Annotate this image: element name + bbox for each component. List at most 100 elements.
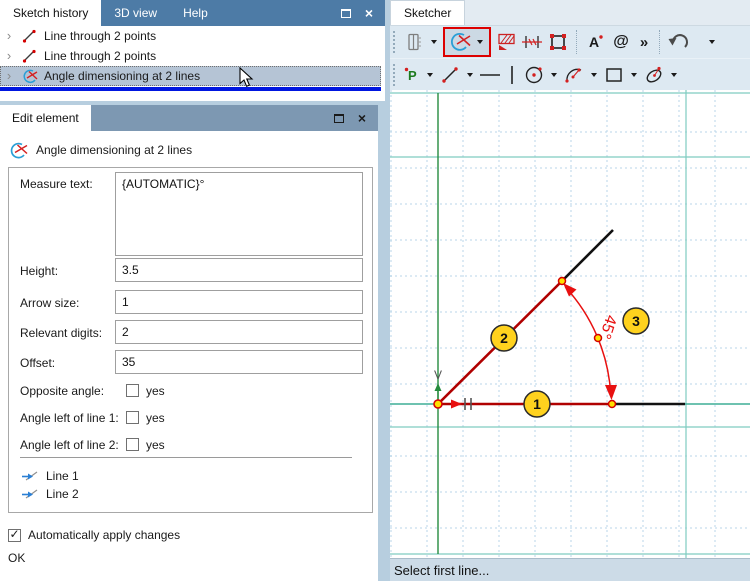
distance-dimension-icon[interactable] xyxy=(519,29,545,55)
vertical-line-icon[interactable] xyxy=(503,62,521,88)
element-type-label: Angle dimensioning at 2 lines xyxy=(36,143,193,157)
angle-left-line1-label: Angle left of line 1: xyxy=(20,411,119,425)
svg-text:A: A xyxy=(589,34,599,50)
close-icon[interactable]: × xyxy=(365,6,373,20)
line-1-endpoint[interactable] xyxy=(607,399,617,409)
auto-apply-checkbox[interactable]: ✓ xyxy=(8,527,21,542)
dropdown-arrow-icon[interactable] xyxy=(477,40,483,44)
angle-dimension-icon[interactable] xyxy=(447,29,473,55)
origin-point[interactable] xyxy=(433,399,443,409)
symbol-at-icon[interactable]: @ xyxy=(608,29,634,55)
line-2-endpoint[interactable] xyxy=(557,276,567,286)
tab-sketch-history[interactable]: Sketch history xyxy=(0,0,102,26)
offset-input[interactable] xyxy=(115,350,363,374)
angle-left-line1-checkbox[interactable] xyxy=(126,411,139,424)
toolbar-grip[interactable] xyxy=(393,63,396,86)
drawing-canvas[interactable]: V 45° 1 2 3 xyxy=(390,90,750,558)
angle-left-line2-option: yes xyxy=(146,438,165,452)
more-tools-icon[interactable]: » xyxy=(634,29,654,55)
chevron-right-icon[interactable]: › xyxy=(0,66,18,86)
angle-left-line2-label: Angle left of line 2: xyxy=(20,438,119,452)
active-tool-highlight xyxy=(443,27,491,57)
projection-icon[interactable] xyxy=(401,29,427,55)
tree-row[interactable]: › Line through 2 points xyxy=(0,46,385,66)
grid-major-lines xyxy=(390,90,750,558)
edit-element-panel: Edit element × Angle dimensioning at 2 l… xyxy=(0,105,378,581)
tree-row-selected[interactable]: › Angle dimensioning at 2 lines xyxy=(0,66,381,86)
ellipse-icon[interactable] xyxy=(641,62,667,88)
line-2-reference[interactable]: Line 2 xyxy=(22,486,79,502)
toolbar-dimension: A @ » xyxy=(390,26,750,58)
marker-2: 2 xyxy=(490,324,518,352)
tab-3d-view[interactable]: 3D view xyxy=(101,0,170,26)
svg-text:P: P xyxy=(408,68,417,83)
horizontal-line-icon[interactable] xyxy=(477,62,503,88)
element-type-header: Angle dimensioning at 2 lines xyxy=(8,140,192,160)
angle-dimension-icon xyxy=(10,142,28,158)
arc-midpoint[interactable] xyxy=(593,333,603,343)
grid-lines xyxy=(390,90,750,558)
circle-icon[interactable] xyxy=(521,62,547,88)
measure-text-input[interactable]: {AUTOMATIC}° xyxy=(115,172,363,256)
check-icon: ✓ xyxy=(9,527,20,541)
tree-item-label: Line through 2 points xyxy=(44,29,157,43)
chevron-right-icon[interactable]: › xyxy=(0,26,18,46)
frame-corners-icon[interactable] xyxy=(545,29,571,55)
line-icon[interactable] xyxy=(437,62,463,88)
svg-text:1: 1 xyxy=(533,396,541,412)
dropdown-arrow-icon[interactable] xyxy=(427,72,433,77)
history-tree: › Line through 2 points › Line through 2… xyxy=(0,26,385,86)
dropdown-arrow-icon[interactable] xyxy=(551,72,557,77)
tab-sketcher[interactable]: Sketcher xyxy=(390,0,466,25)
select-line-icon xyxy=(22,489,38,499)
hatch-icon[interactable] xyxy=(493,29,519,55)
tree-row[interactable]: › Line through 2 points xyxy=(0,26,385,46)
tab-edit-element[interactable]: Edit element xyxy=(0,105,91,131)
toolbar-grip[interactable] xyxy=(393,31,396,53)
text-icon[interactable]: A xyxy=(582,29,608,55)
chevron-right-icon[interactable]: › xyxy=(0,46,18,66)
maximize-icon[interactable] xyxy=(333,113,344,123)
offset-label: Offset: xyxy=(20,356,56,370)
dropdown-arrow-icon[interactable] xyxy=(631,72,637,77)
toolbar-separator xyxy=(659,30,660,54)
ok-button[interactable]: OK xyxy=(8,551,25,565)
history-tab-bar: Sketch history 3D view Help × xyxy=(0,0,385,26)
arrow-size-input[interactable] xyxy=(115,290,363,314)
edit-title-bar: Edit element × xyxy=(0,105,378,131)
application-window: Sketch history 3D view Help × › Line thr… xyxy=(0,0,750,581)
auto-apply-row: ✓ Automatically apply changes xyxy=(8,526,180,544)
tab-help[interactable]: Help xyxy=(170,0,221,26)
dropdown-arrow-icon[interactable] xyxy=(591,72,597,77)
section-divider xyxy=(20,457,352,458)
dropdown-arrow-icon[interactable] xyxy=(467,72,473,77)
sketch-history-panel: Sketch history 3D view Help × › Line thr… xyxy=(0,0,385,101)
toolbar-separator xyxy=(576,30,577,54)
mouse-cursor-icon xyxy=(239,67,254,88)
angle-dimension-arc[interactable] xyxy=(564,286,612,393)
line-2-label: Line 2 xyxy=(46,487,79,501)
opposite-angle-checkbox[interactable] xyxy=(126,384,139,397)
point-icon[interactable]: P xyxy=(401,62,423,88)
direction-arrow-icon xyxy=(451,399,462,409)
sketch-line-2-black[interactable] xyxy=(561,229,614,282)
arc-arrowhead-bottom xyxy=(605,385,617,400)
undo-icon[interactable] xyxy=(665,29,691,55)
dropdown-arrow-icon[interactable] xyxy=(431,40,437,44)
relevant-digits-input[interactable] xyxy=(115,320,363,344)
angle-left-line1-option: yes xyxy=(146,411,165,425)
arc-icon[interactable] xyxy=(561,62,587,88)
maximize-icon[interactable] xyxy=(340,8,351,18)
height-input[interactable] xyxy=(115,258,363,282)
line-1-label: Line 1 xyxy=(46,469,79,483)
line-1-reference[interactable]: Line 1 xyxy=(22,468,79,484)
rectangle-icon[interactable] xyxy=(601,62,627,88)
dropdown-arrow-icon[interactable] xyxy=(671,72,677,77)
tree-item-label: Line through 2 points xyxy=(44,49,157,63)
line-icon xyxy=(18,29,40,44)
dropdown-arrow-icon[interactable] xyxy=(709,40,715,44)
close-icon[interactable]: × xyxy=(358,111,366,125)
toolbar-draw: P xyxy=(390,58,750,90)
marker-3: 3 xyxy=(622,307,650,335)
angle-left-line2-checkbox[interactable] xyxy=(126,438,139,451)
